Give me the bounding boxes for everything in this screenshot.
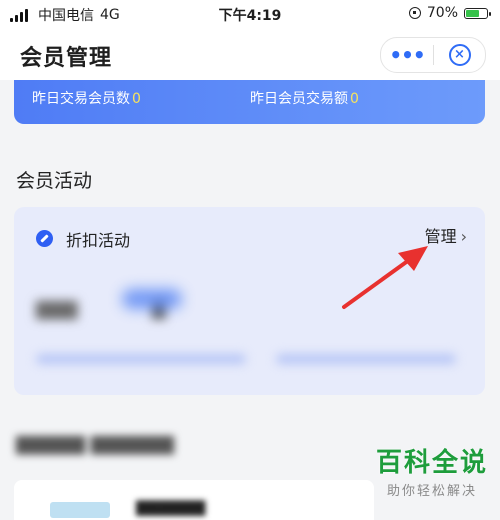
- watermark-title: 百科全说: [375, 448, 488, 478]
- page-title: 会员管理: [20, 46, 113, 71]
- yesterday-members-value: 0: [132, 91, 141, 107]
- yesterday-members-label: 昨日交易会员数: [32, 91, 130, 107]
- discount-tag-icon: [36, 230, 53, 247]
- status-right: 70%: [408, 5, 491, 21]
- orientation-lock-icon: [408, 7, 421, 19]
- blurred-highlight: [122, 289, 182, 309]
- discount-activity-label: 折扣活动: [66, 231, 131, 250]
- more-dots-icon[interactable]: •••: [381, 38, 433, 72]
- battery-icon: [464, 7, 491, 19]
- watermark-logo: 百科全说 助你轻松解决: [376, 448, 488, 499]
- close-target-icon: ×: [448, 44, 471, 66]
- annotation-arrow-icon: [342, 246, 428, 309]
- blurred-section-title: ▇▇▇▇▇ ▇▇▇▇▇▇: [16, 434, 174, 455]
- blurred-line-right: [276, 354, 456, 364]
- blurred-list-card: ▇▇▇▇▇▇: [14, 480, 374, 520]
- yesterday-amount-value: 0: [350, 91, 359, 107]
- mini-program-capsule: ••• ×: [380, 37, 486, 73]
- battery-percent: 70%: [426, 5, 458, 21]
- member-activity-title: 会员活动: [16, 170, 93, 192]
- nav-bar: 会员管理 ••• ×: [0, 28, 500, 80]
- yesterday-members-stat: 昨日交易会员数 0: [32, 88, 141, 108]
- watermark-subtitle: 助你轻松解决: [386, 484, 477, 499]
- status-bar: 中国电信 4G 下午4:19 70%: [0, 0, 500, 28]
- blurred-line-left: [36, 354, 246, 364]
- chevron-right-icon: ›: [460, 227, 467, 246]
- stats-card: 昨日交易会员数 0 昨日会员交易额 0: [14, 80, 485, 124]
- yesterday-amount-stat: 昨日会员交易额 0: [250, 88, 359, 108]
- thumbnail: [50, 502, 110, 518]
- yesterday-amount-label: 昨日会员交易额: [250, 91, 348, 107]
- close-button[interactable]: ×: [434, 44, 485, 66]
- blurred-item-text: ▇▇▇▇▇▇: [136, 498, 206, 516]
